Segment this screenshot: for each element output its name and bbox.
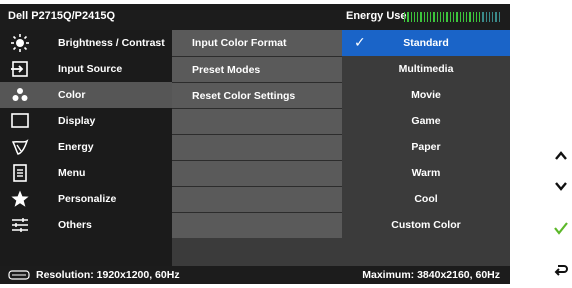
menu-item-input-source[interactable]: Input Source xyxy=(0,56,172,82)
submenu-empty-row xyxy=(172,160,342,186)
energy-meter-segment xyxy=(443,12,445,22)
menu-item-label: Menu xyxy=(58,167,86,179)
menu-item-energy[interactable]: Energy xyxy=(0,134,172,160)
energy-meter-segment xyxy=(449,12,451,22)
energy-meter-segment xyxy=(413,12,416,22)
check-icon[interactable] xyxy=(553,220,569,236)
energy-meter-segment xyxy=(462,12,465,22)
energy-meter-segment xyxy=(439,12,442,22)
energy-meter-segment xyxy=(472,12,474,22)
up-arrow-icon[interactable] xyxy=(553,148,569,164)
option-paper[interactable]: Paper xyxy=(342,134,510,160)
submenu-item-input-color-format[interactable]: Input Color Format xyxy=(172,30,342,56)
menu-item-others[interactable]: Others xyxy=(0,212,172,238)
menu-item-label: Display xyxy=(58,115,96,127)
option-label: Game xyxy=(411,115,441,127)
menu-item-label: Energy xyxy=(58,141,94,153)
menu-item-brightness-contrast[interactable]: Brightness / Contrast xyxy=(0,30,172,56)
back-icon[interactable] xyxy=(553,262,569,278)
energy-meter-segment xyxy=(420,12,422,22)
monitor-model-title: Dell P2715Q/P2415Q xyxy=(8,10,116,22)
menu-item-label: Personalize xyxy=(58,193,117,205)
display-icon xyxy=(11,113,29,128)
maximum-resolution: Maximum: 3840x2160, 60Hz xyxy=(362,269,500,281)
sliders-icon xyxy=(12,218,28,232)
energy-meter-segment xyxy=(436,12,438,22)
option-game[interactable]: Game xyxy=(342,108,510,134)
option-label: Multimedia xyxy=(398,63,454,75)
energy-meter-segment xyxy=(482,12,484,22)
submenu-item-label: Reset Color Settings xyxy=(192,90,296,102)
menu-item-label: Brightness / Contrast xyxy=(58,37,165,49)
energy-meter-segment xyxy=(485,12,487,22)
option-label: Standard xyxy=(403,37,449,49)
energy-meter-segment xyxy=(469,12,471,22)
option-label: Paper xyxy=(411,141,441,153)
energy-meter-segment xyxy=(410,12,412,22)
option-cool[interactable]: Cool xyxy=(342,186,510,212)
energy-icon xyxy=(11,139,29,155)
submenu-empty-row xyxy=(172,134,342,160)
preset-options-panel: ✓ Standard Multimedia Movie Game Paper W… xyxy=(342,30,510,266)
submenu-empty-row xyxy=(172,108,342,134)
submenu-panel: Input Color Format Preset Modes Reset Co… xyxy=(172,30,342,266)
title-bar: Dell P2715Q/P2415Q Energy Use xyxy=(0,4,510,30)
submenu-item-preset-modes[interactable]: Preset Modes xyxy=(172,56,342,82)
option-custom-color[interactable]: Custom Color xyxy=(342,212,510,238)
submenu-empty-row xyxy=(172,212,342,238)
status-bar: Resolution: 1920x1200, 60Hz Maximum: 384… xyxy=(0,266,510,284)
menu-item-personalize[interactable]: Personalize xyxy=(0,186,172,212)
menu-icon xyxy=(13,164,27,182)
star-icon xyxy=(11,190,29,207)
current-resolution: Resolution: 1920x1200, 60Hz xyxy=(36,269,180,281)
energy-meter-segment xyxy=(466,12,468,22)
option-label: Warm xyxy=(411,167,441,179)
submenu-item-label: Preset Modes xyxy=(192,64,261,76)
energy-meter-segment xyxy=(475,12,478,22)
resolution-icon xyxy=(8,270,30,280)
option-label: Custom Color xyxy=(391,219,461,231)
energy-use-label: Energy Use xyxy=(346,10,407,22)
option-label: Movie xyxy=(411,89,441,101)
energy-use-meter xyxy=(404,12,500,22)
energy-meter-segment xyxy=(488,12,491,22)
energy-meter-segment xyxy=(417,12,419,22)
energy-meter-segment xyxy=(479,12,481,22)
main-menu: Brightness / Contrast Input Source Color… xyxy=(0,30,172,266)
energy-meter-segment xyxy=(456,12,458,22)
monitor-osd: Dell P2715Q/P2415Q Energy Use Brightness… xyxy=(0,4,510,284)
menu-item-display[interactable]: Display xyxy=(0,108,172,134)
menu-item-label: Input Source xyxy=(58,63,123,75)
energy-meter-segment xyxy=(426,12,429,22)
energy-meter-segment xyxy=(430,12,432,22)
submenu-empty-row xyxy=(172,186,342,212)
menu-item-label: Color xyxy=(58,89,86,101)
color-icon xyxy=(12,88,28,101)
option-label: Cool xyxy=(414,193,438,205)
option-standard[interactable]: ✓ Standard xyxy=(342,30,510,56)
energy-meter-segment xyxy=(433,12,435,22)
energy-meter-segment xyxy=(446,12,448,22)
input-source-icon xyxy=(11,61,28,77)
down-arrow-icon[interactable] xyxy=(553,178,569,194)
option-movie[interactable]: Movie xyxy=(342,82,510,108)
energy-meter-segment xyxy=(498,12,500,22)
menu-item-color[interactable]: Color xyxy=(0,82,172,108)
brightness-icon xyxy=(11,34,29,52)
energy-meter-segment xyxy=(459,12,461,22)
energy-meter-segment xyxy=(492,12,494,22)
submenu-item-label: Input Color Format xyxy=(192,37,287,49)
energy-meter-segment xyxy=(407,12,409,22)
option-warm[interactable]: Warm xyxy=(342,160,510,186)
submenu-item-reset-color-settings[interactable]: Reset Color Settings xyxy=(172,82,342,108)
menu-item-label: Others xyxy=(58,219,92,231)
menu-item-menu[interactable]: Menu xyxy=(0,160,172,186)
energy-meter-segment xyxy=(495,12,497,22)
option-multimedia[interactable]: Multimedia xyxy=(342,56,510,82)
energy-meter-segment xyxy=(452,12,455,22)
energy-meter-segment xyxy=(404,12,406,22)
energy-meter-segment xyxy=(423,12,425,22)
